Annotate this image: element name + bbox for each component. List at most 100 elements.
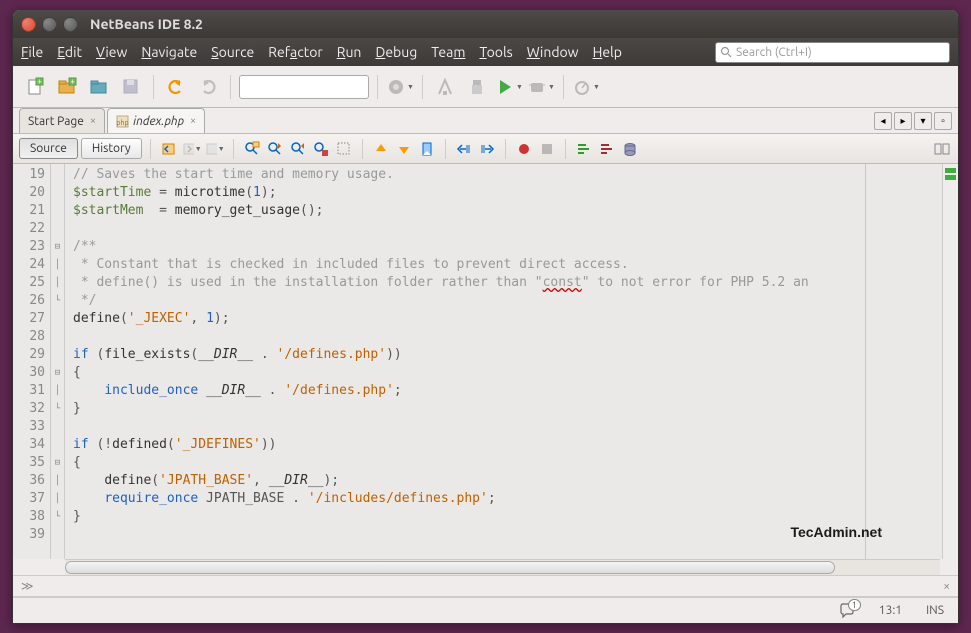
stop-macro-button[interactable] — [537, 139, 557, 159]
search-input[interactable]: Search (Ctrl+I) — [715, 42, 950, 63]
status-bar: 1 13:1 INS — [13, 597, 958, 623]
tab-scroll-left-button[interactable]: ◂ — [874, 112, 892, 130]
code-line[interactable] — [73, 220, 942, 238]
error-stripe[interactable] — [942, 164, 958, 559]
tab-label: Start Page — [28, 115, 84, 128]
code-line[interactable]: { — [73, 454, 942, 472]
tab-maximize-button[interactable]: ▫ — [934, 112, 952, 130]
save-all-button[interactable] — [117, 73, 145, 101]
menu-debug[interactable]: Debug — [375, 44, 417, 60]
window-title: NetBeans IDE 8.2 — [90, 16, 203, 32]
new-project-button[interactable]: + — [53, 73, 81, 101]
insert-mode[interactable]: INS — [926, 604, 944, 617]
window-minimize-button[interactable] — [42, 17, 57, 32]
php-file-icon: php — [116, 115, 129, 128]
cursor-position[interactable]: 13:1 — [879, 604, 902, 617]
code-line[interactable]: $startTime = microtime(1); — [73, 184, 942, 202]
code-line[interactable]: require_once JPATH_BASE . '/includes/def… — [73, 490, 942, 508]
toggle-highlight-button[interactable] — [311, 139, 331, 159]
open-project-button[interactable] — [85, 73, 113, 101]
shift-right-button[interactable] — [477, 139, 497, 159]
notification-count: 1 — [848, 599, 861, 611]
code-line[interactable]: // Saves the start time and memory usage… — [73, 166, 942, 184]
menubar: File Edit View Navigate Source Refactor … — [13, 38, 958, 66]
tab-index-php[interactable]: php index.php × — [107, 108, 205, 133]
horizontal-scrollbar[interactable] — [65, 559, 940, 575]
breadcrumb-close[interactable]: × — [943, 580, 950, 593]
code-line[interactable]: $startMem = memory_get_usage(); — [73, 202, 942, 220]
shift-left-button[interactable] — [454, 139, 474, 159]
last-edit-button[interactable]: ▼ — [205, 139, 225, 159]
code-line[interactable]: include_once __DIR__ . '/defines.php'; — [73, 382, 942, 400]
comment-button[interactable] — [574, 139, 594, 159]
find-next-button[interactable] — [288, 139, 308, 159]
find-selection-button[interactable] — [242, 139, 262, 159]
code-line[interactable] — [73, 328, 942, 346]
menu-team[interactable]: Team — [431, 44, 465, 60]
line-gutter[interactable]: 1920212223242526272829303132333435363738… — [13, 164, 51, 559]
code-line[interactable]: */ — [73, 292, 942, 310]
svg-text:+: + — [37, 77, 42, 86]
clean-build-button[interactable] — [431, 73, 459, 101]
code-line[interactable]: * Constant that is checked in included f… — [73, 256, 942, 274]
source-view-button[interactable]: Source — [19, 138, 78, 159]
find-prev-button[interactable] — [265, 139, 285, 159]
search-icon — [720, 46, 732, 58]
menu-window[interactable]: Window — [527, 44, 579, 60]
breadcrumb-bar: ≫ × — [13, 575, 958, 597]
build-button[interactable]: ▼ — [386, 73, 414, 101]
menu-refactor[interactable]: Refactor — [268, 44, 322, 60]
svg-text:php: php — [117, 119, 129, 127]
tab-start-page[interactable]: Start Page × — [19, 108, 105, 133]
menu-view[interactable]: View — [96, 44, 127, 60]
prev-bookmark-button[interactable] — [371, 139, 391, 159]
menu-help[interactable]: Help — [593, 44, 622, 60]
code-line[interactable]: define('JPATH_BASE', __DIR__); — [73, 472, 942, 490]
code-line[interactable]: /** — [73, 238, 942, 256]
redo-button[interactable] — [194, 73, 222, 101]
menu-navigate[interactable]: Navigate — [141, 44, 197, 60]
notifications-button[interactable]: 1 — [839, 603, 855, 619]
history-view-button[interactable]: History — [81, 138, 142, 159]
nav-back-button[interactable] — [159, 139, 179, 159]
uncomment-button[interactable] — [597, 139, 617, 159]
close-icon[interactable]: × — [190, 115, 196, 127]
editor-area: 1920212223242526272829303132333435363738… — [13, 164, 958, 559]
undo-button[interactable] — [162, 73, 190, 101]
toggle-rect-select-button[interactable] — [334, 139, 354, 159]
menu-file[interactable]: File — [21, 44, 43, 60]
goto-type-button[interactable] — [620, 139, 640, 159]
menu-edit[interactable]: Edit — [57, 44, 82, 60]
breadcrumb-icon[interactable]: ≫ — [21, 579, 34, 593]
code-editor[interactable]: // Saves the start time and memory usage… — [65, 164, 942, 559]
new-file-button[interactable]: + — [21, 73, 49, 101]
code-line[interactable]: if (!defined('_JDEFINES')) — [73, 436, 942, 454]
profile-button[interactable]: ▼ — [572, 73, 600, 101]
window-maximize-button[interactable] — [63, 17, 78, 32]
watermark: TecAdmin.net — [790, 523, 882, 541]
toggle-bookmark-button[interactable] — [417, 139, 437, 159]
split-button[interactable] — [932, 139, 952, 159]
tab-list-button[interactable]: ▾ — [914, 112, 932, 130]
menu-tools[interactable]: Tools — [479, 44, 512, 60]
debug-button[interactable]: ▼ — [527, 73, 555, 101]
main-toolbar: + + ▼ ▼ ▼ ▼ — [13, 66, 958, 108]
menu-source[interactable]: Source — [211, 44, 254, 60]
code-line[interactable]: define('_JEXEC', 1); — [73, 310, 942, 328]
nav-forward-button[interactable]: ▼ — [182, 139, 202, 159]
clean-button[interactable] — [463, 73, 491, 101]
tab-scroll-right-button[interactable]: ▸ — [894, 112, 912, 130]
code-line[interactable] — [73, 418, 942, 436]
start-macro-button[interactable] — [514, 139, 534, 159]
code-line[interactable]: } — [73, 400, 942, 418]
code-line[interactable]: { — [73, 364, 942, 382]
config-combo[interactable] — [239, 75, 369, 99]
run-button[interactable]: ▼ — [495, 73, 523, 101]
code-line[interactable]: * define() is used in the installation f… — [73, 274, 942, 292]
menu-run[interactable]: Run — [337, 44, 362, 60]
code-line[interactable]: if (file_exists(__DIR__ . '/defines.php'… — [73, 346, 942, 364]
fold-column[interactable]: ⊟││└⊟│└⊟││└ — [51, 164, 65, 559]
next-bookmark-button[interactable] — [394, 139, 414, 159]
window-close-button[interactable] — [21, 17, 36, 32]
close-icon[interactable]: × — [90, 115, 96, 127]
